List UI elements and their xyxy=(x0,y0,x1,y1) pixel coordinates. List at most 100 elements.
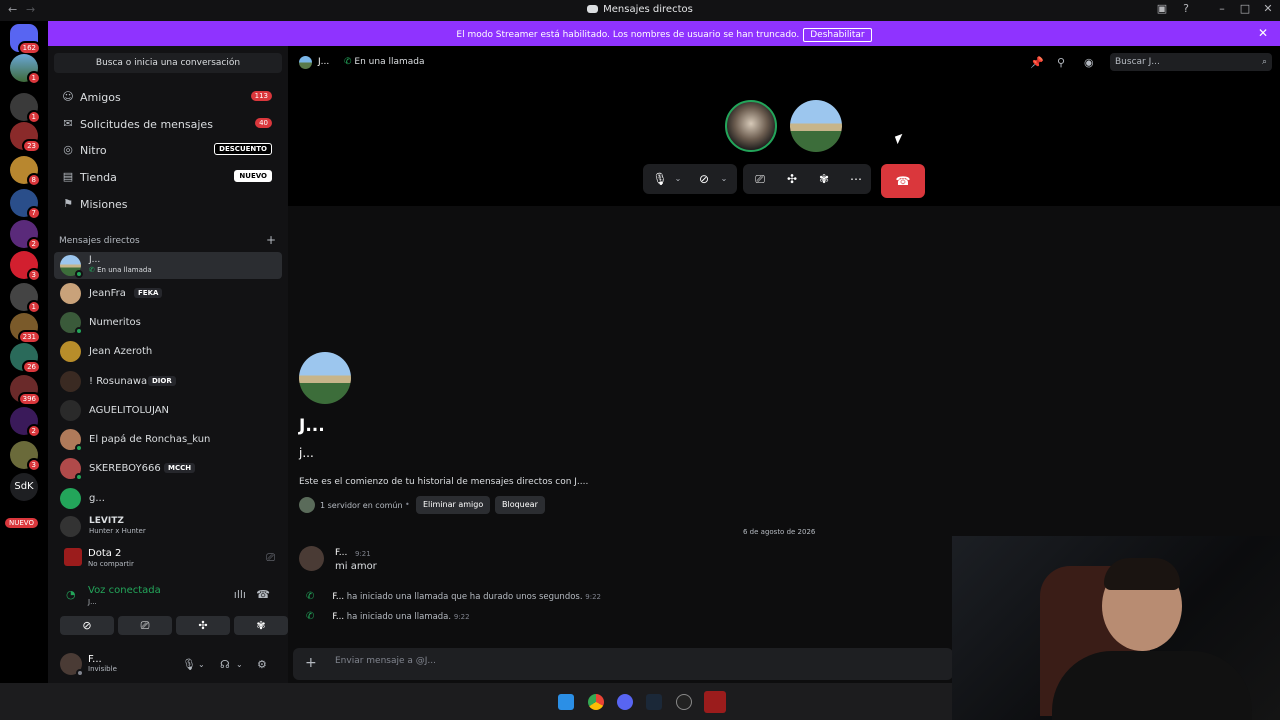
nitro-icon: ◎ xyxy=(63,143,73,156)
nav-shop[interactable]: ▤ Tienda NUEVO xyxy=(54,165,282,189)
server-icon[interactable]: 2 xyxy=(10,220,41,251)
microphone-icon[interactable]: 🎙 xyxy=(651,172,669,186)
disconnect-icon[interactable]: ☎ xyxy=(256,588,270,601)
server-icon[interactable]: 1 xyxy=(10,283,41,314)
dm-item[interactable]: Numeritos xyxy=(54,309,282,336)
chevron-down-icon[interactable]: ⌄ xyxy=(198,660,205,669)
chrome-icon[interactable] xyxy=(588,694,604,710)
avatar xyxy=(60,516,81,537)
friends-icon: ☺ xyxy=(62,90,74,103)
server-icon[interactable]: 3 xyxy=(10,251,41,282)
more-icon[interactable]: ⋯ xyxy=(847,172,865,186)
search-input[interactable]: Buscar J... ⌕ xyxy=(1110,53,1272,71)
dm-item[interactable]: LEVITZ Hunter x Hunter xyxy=(54,513,282,540)
quests-icon: ⚑ xyxy=(63,197,73,210)
phone-icon: ✆ xyxy=(306,591,315,602)
camera-off-button[interactable]: ⊘ xyxy=(60,616,114,635)
avatar[interactable] xyxy=(299,546,324,571)
remove-friend-button[interactable]: Eliminar amigo xyxy=(416,496,491,514)
server-icon[interactable]: 26 xyxy=(10,343,41,374)
phone-icon: ✆ xyxy=(306,611,315,622)
plus-icon[interactable]: + xyxy=(305,655,317,671)
call-actions: ⎚ ✣ ✾ ⋯ xyxy=(743,164,871,194)
activities-button[interactable]: ✣ xyxy=(176,616,230,635)
dm-item[interactable]: g... xyxy=(54,485,282,512)
dm-item[interactable]: SKEREBOY666 MCCH xyxy=(54,455,282,482)
steam-icon[interactable] xyxy=(646,694,662,710)
find-conversation-button[interactable]: Busca o inicia una conversación xyxy=(54,53,282,73)
call-participant-avatar[interactable] xyxy=(790,100,842,152)
server-icon[interactable]: 1 xyxy=(10,54,41,85)
add-friends-icon[interactable]: ⚲ xyxy=(1057,56,1065,69)
app-icon[interactable] xyxy=(676,694,692,710)
hang-up-button[interactable]: ☎ xyxy=(881,164,925,198)
avatar xyxy=(60,341,81,362)
server-icon[interactable]: 231 xyxy=(10,313,41,344)
title-bar: ← → Mensajes directos ▣ ? – □ ✕ xyxy=(0,0,1280,21)
dm-item[interactable]: Jean Azeroth xyxy=(54,338,282,365)
new-tag: NUEVO xyxy=(234,170,272,182)
server-icon[interactable]: 1 xyxy=(10,93,41,124)
maximize-icon[interactable]: □ xyxy=(1237,2,1253,15)
server-icon[interactable]: 8 xyxy=(10,156,41,187)
block-button[interactable]: Bloquear xyxy=(495,496,545,514)
minimize-icon[interactable]: – xyxy=(1214,2,1230,15)
nav-quests[interactable]: ⚑ Misiones xyxy=(54,192,282,216)
help-icon[interactable]: ? xyxy=(1178,2,1194,15)
server-icon[interactable]: 7 xyxy=(10,189,41,220)
microphone-icon[interactable]: 🎙 xyxy=(182,658,196,671)
nav-nitro[interactable]: ◎ Nitro DESCUENTO xyxy=(54,138,282,162)
stream-game-icon[interactable]: ⎚ xyxy=(266,551,275,565)
nav-friends[interactable]: ☺ Amigos 113 xyxy=(54,85,282,109)
avatar xyxy=(299,352,351,404)
create-dm-icon[interactable]: + xyxy=(266,233,276,247)
chevron-down-icon[interactable]: ⌄ xyxy=(715,174,733,183)
call-log-message: ✆ F... ha iniciado una llamada que ha dur… xyxy=(306,591,601,602)
pin-icon[interactable]: 📌 xyxy=(1030,56,1044,69)
dm-item[interactable]: ! Rosunawa DIOR xyxy=(54,368,282,395)
avatar[interactable] xyxy=(60,653,84,677)
soundboard-icon[interactable]: ✾ xyxy=(815,172,833,186)
activities-icon[interactable]: ✣ xyxy=(783,172,801,186)
noise-suppression-icon[interactable]: ıllı xyxy=(234,588,246,601)
server-icon[interactable]: 3 xyxy=(10,441,41,472)
soundboard-button[interactable]: ✾ xyxy=(234,616,288,635)
message-input[interactable] xyxy=(335,656,935,666)
share-screen-icon[interactable]: ⎚ xyxy=(751,172,769,187)
avatar xyxy=(60,371,81,392)
mouse-cursor-icon xyxy=(894,133,906,145)
close-window-icon[interactable]: ✕ xyxy=(1260,2,1276,15)
dota-icon[interactable] xyxy=(704,691,726,713)
call-participant-avatar[interactable] xyxy=(725,100,777,152)
disable-button[interactable]: Deshabilitar xyxy=(803,28,872,42)
dm-item[interactable]: J... ✆ En una llamada xyxy=(54,252,282,279)
dm-header-bar: J... ✆ En una llamada 📌 ⚲ ◉ Buscar J... ⌕ xyxy=(288,46,1280,78)
server-icon[interactable]: SdK xyxy=(10,473,38,501)
inbox-icon[interactable]: ▣ xyxy=(1154,2,1170,15)
dm-sidebar: Busca o inicia una conversación ☺ Amigos… xyxy=(48,46,288,683)
dm-item[interactable]: AGUELITOLUJAN xyxy=(54,397,282,424)
gear-icon[interactable]: ⚙ xyxy=(257,658,267,671)
user-profile-icon[interactable]: ◉ xyxy=(1084,56,1094,69)
server-icon[interactable]: 23 xyxy=(10,122,41,153)
avatar xyxy=(60,488,81,509)
discord-icon[interactable] xyxy=(617,694,633,710)
camera-off-icon[interactable]: ⊘ xyxy=(695,172,713,186)
avatar xyxy=(60,312,83,335)
close-banner-icon[interactable]: ✕ xyxy=(1258,26,1268,40)
taskbar xyxy=(0,683,952,720)
server-icon[interactable]: 2 xyxy=(10,407,41,438)
nav-message-requests[interactable]: ✉ Solicitudes de mensajes 40 xyxy=(54,112,282,136)
dm-item[interactable]: El papá de Ronchas_kun xyxy=(54,426,282,453)
dm-item[interactable]: JeanFra FEKA xyxy=(54,280,282,307)
windows-start-icon[interactable] xyxy=(558,694,574,710)
headphones-icon[interactable]: ☊ xyxy=(220,658,230,671)
chevron-down-icon[interactable]: ⌄ xyxy=(236,660,243,669)
clan-tag: FEKA xyxy=(134,288,163,298)
chevron-down-icon[interactable]: ⌄ xyxy=(669,174,687,183)
share-screen-button[interactable]: ⎚ xyxy=(118,616,172,635)
home-button[interactable]: 162 xyxy=(10,24,41,55)
signal-icon: ◔ xyxy=(66,588,76,601)
voice-connected-panel: ◔ Voz conectada J... ıllı ☎ xyxy=(66,585,270,606)
server-icon[interactable]: 396 xyxy=(10,375,41,406)
